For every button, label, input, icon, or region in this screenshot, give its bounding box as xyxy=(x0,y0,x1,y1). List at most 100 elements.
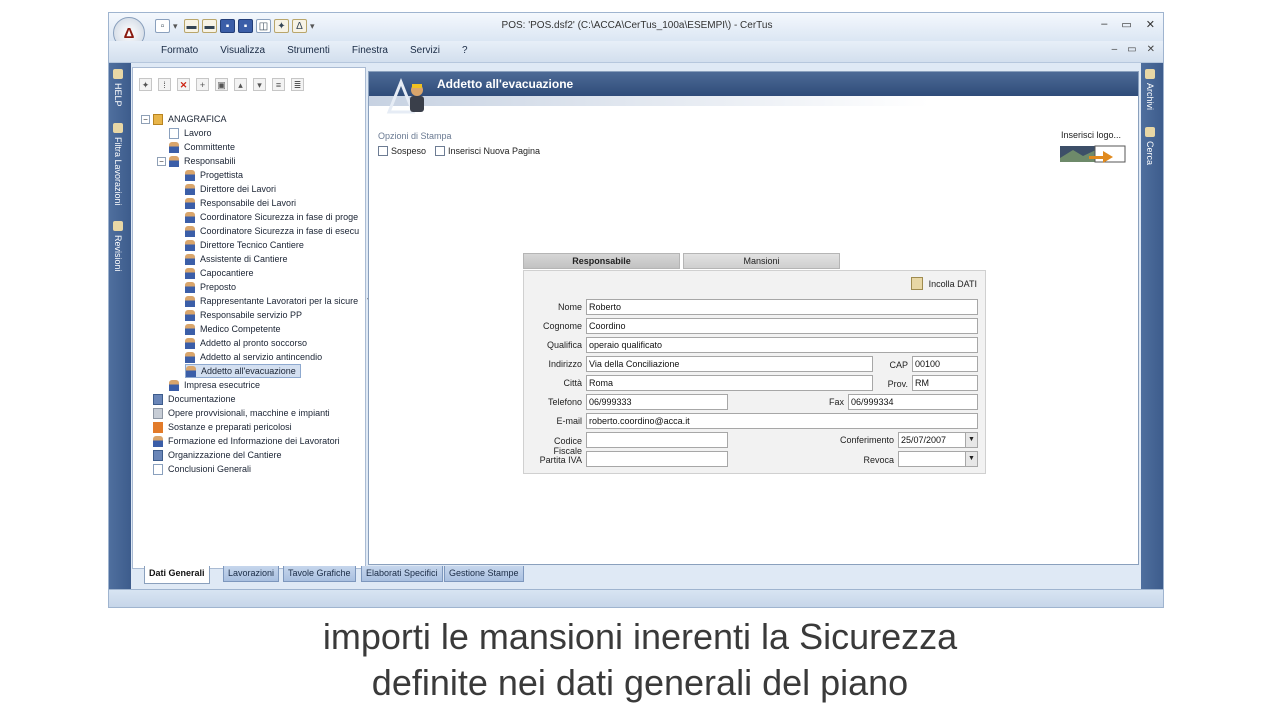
menu-help[interactable]: ? xyxy=(462,45,468,56)
new-page-checkbox-box[interactable] xyxy=(435,146,445,156)
menu-strumenti[interactable]: Strumenti xyxy=(287,45,330,56)
person-icon xyxy=(185,183,195,195)
tree-node-committente[interactable]: Committente xyxy=(169,140,235,154)
cognome-field[interactable]: Coordino xyxy=(586,318,978,334)
archivi-tab[interactable]: Archivi xyxy=(1145,69,1155,110)
qualifica-label: Qualifica xyxy=(546,340,582,350)
application-window: Δ ▫ ▾ ▬ ▬ ▪ ▪ ◫ ✦ Δ ▾ POS: 'POS.dsf2' (C… xyxy=(108,12,1164,608)
tree-node-coordinatore-progettazione[interactable]: Coordinatore Sicurezza in fase di proge xyxy=(185,210,358,224)
filter-tab[interactable]: Filtra Lavorazioni xyxy=(113,123,123,206)
person-icon xyxy=(185,197,195,209)
evacuation-worker-icon xyxy=(386,77,424,114)
add-child-icon[interactable]: ⁞ xyxy=(158,78,171,91)
tree-node-formazione[interactable]: Formazione ed Informazione dei Lavorator… xyxy=(153,434,340,448)
copy-node-icon[interactable]: ▣ xyxy=(215,78,228,91)
delete-node-icon[interactable]: ✕ xyxy=(177,78,190,91)
indirizzo-label: Indirizzo xyxy=(548,359,582,369)
revisions-tab[interactable]: Revisioni xyxy=(113,221,123,272)
fax-field[interactable]: 06/999334 xyxy=(848,394,978,410)
tree-node-antincendio[interactable]: Addetto al servizio antincendio xyxy=(185,350,322,364)
indirizzo-field[interactable]: Via della Conciliazione xyxy=(586,356,873,372)
tree-node-lavoro[interactable]: Lavoro xyxy=(169,126,212,140)
expand-all-icon[interactable]: ≣ xyxy=(291,78,304,91)
person-icon xyxy=(185,281,195,293)
close-button[interactable]: ✕ xyxy=(1146,18,1155,31)
tab-responsabile[interactable]: Responsabile xyxy=(523,253,680,269)
tree-node-progettista[interactable]: Progettista xyxy=(185,168,243,182)
tree-pane: ✦ ⁞ ✕ + ▣ ▴ ▾ ≡ ≣ − ANAGRAFICA Lavoro Com… xyxy=(132,67,366,569)
tree-node-responsabile-lavori[interactable]: Responsabile dei Lavori xyxy=(185,196,296,210)
revoca-date-picker[interactable]: ▼ xyxy=(898,451,978,467)
minimize-button[interactable]: – xyxy=(1101,18,1107,31)
tree-node-pronto-soccorso[interactable]: Addetto al pronto soccorso xyxy=(185,336,307,350)
mdi-minimize-button[interactable]: – xyxy=(1112,44,1118,55)
email-field[interactable]: roberto.coordino@acca.it xyxy=(586,413,978,429)
revoca-dropdown-icon[interactable]: ▼ xyxy=(965,452,977,466)
tree-node-coordinatore-esecuzione[interactable]: Coordinatore Sicurezza in fase di esecu xyxy=(185,224,359,238)
tab-mansioni[interactable]: Mansioni xyxy=(683,253,840,269)
worker-icon xyxy=(169,379,179,391)
tree-node-conclusioni[interactable]: Conclusioni Generali xyxy=(153,462,251,476)
new-page-checkbox[interactable]: Inserisci Nuova Pagina xyxy=(435,146,540,156)
add-node-icon[interactable]: ✦ xyxy=(139,78,152,91)
conferimento-label: Conferimento xyxy=(839,435,894,445)
people-icon xyxy=(169,155,179,167)
tree-node-direttore-tecnico[interactable]: Direttore Tecnico Cantiere xyxy=(185,238,304,252)
move-down-icon[interactable]: ▾ xyxy=(253,78,266,91)
maximize-button[interactable]: ▭ xyxy=(1121,18,1131,31)
tree-node-anagrafica[interactable]: − ANAGRAFICA xyxy=(141,112,227,126)
menu-servizi[interactable]: Servizi xyxy=(410,45,440,56)
tree-node-impresa-esecutrice[interactable]: Impresa esecutrice xyxy=(169,378,260,392)
tree-node-rappresentante-lavoratori[interactable]: Rappresentante Lavoratori per la sicure xyxy=(185,294,358,308)
tree-node-preposto[interactable]: Preposto xyxy=(185,280,236,294)
person-icon xyxy=(185,267,195,279)
video-caption: importi le mansioni inerenti la Sicurezz… xyxy=(0,614,1280,706)
menu-formato[interactable]: Formato xyxy=(161,45,198,56)
move-up-icon[interactable]: ▴ xyxy=(234,78,247,91)
paste-data-button[interactable]: Incolla DATI xyxy=(910,277,977,290)
collapse-toggle-icon[interactable]: − xyxy=(157,156,166,166)
tab-lavorazioni[interactable]: Lavorazioni xyxy=(223,566,280,582)
tree-node-direttore-lavori[interactable]: Direttore dei Lavori xyxy=(185,182,276,196)
tab-tavole-grafiche[interactable]: Tavole Grafiche xyxy=(283,566,356,582)
tree-node-assistente-cantiere[interactable]: Assistente di Cantiere xyxy=(185,252,288,266)
prov-field[interactable]: RM xyxy=(912,375,978,391)
qualifica-field[interactable]: operaio qualificato xyxy=(586,337,978,353)
telefono-field[interactable]: 06/999333 xyxy=(586,394,728,410)
nome-field[interactable]: Roberto xyxy=(586,299,978,315)
tab-elaborati-specifici[interactable]: Elaborati Specifici xyxy=(361,566,443,582)
expand-icon[interactable]: + xyxy=(196,78,209,91)
collapse-toggle-icon[interactable]: − xyxy=(141,114,150,124)
bottom-tabs: Dati Generali Lavorazioni Tavole Grafich… xyxy=(132,566,1142,584)
tree-node-responsabili[interactable]: − Responsabili xyxy=(157,154,236,168)
tree-node-documentazione[interactable]: Documentazione xyxy=(153,392,236,406)
menu-visualizza[interactable]: Visualizza xyxy=(220,45,265,56)
clipboard-icon xyxy=(910,277,923,290)
tree-node-evacuazione-selected[interactable]: Addetto all'evacuazione xyxy=(185,364,301,378)
menu-finestra[interactable]: Finestra xyxy=(352,45,388,56)
right-side-strip: Archivi Cerca xyxy=(1141,63,1163,593)
mdi-restore-button[interactable]: ▭ xyxy=(1127,44,1136,55)
conferimento-date-picker[interactable]: 25/07/2007 ▼ xyxy=(898,432,978,448)
tree-node-organizzazione-cantiere[interactable]: Organizzazione del Cantiere xyxy=(153,448,282,462)
tab-gestione-stampe[interactable]: Gestione Stampe xyxy=(444,566,524,582)
sospeso-checkbox[interactable]: Sospeso xyxy=(378,146,426,156)
citta-field[interactable]: Roma xyxy=(586,375,873,391)
codice-fiscale-field[interactable] xyxy=(586,432,728,448)
tree-node-sostanze-pericolose[interactable]: Sostanze e preparati pericolosi xyxy=(153,420,292,434)
insert-logo-button[interactable] xyxy=(1059,144,1127,164)
tree-node-medico-competente[interactable]: Medico Competente xyxy=(185,322,281,336)
tree-node-opere-provvisionali[interactable]: Opere provvisionali, macchine e impianti xyxy=(153,406,330,420)
cap-field[interactable]: 00100 xyxy=(912,356,978,372)
tab-dati-generali[interactable]: Dati Generali xyxy=(144,566,210,584)
tree-node-responsabile-spp[interactable]: Responsabile servizio PP xyxy=(185,308,302,322)
cerca-tab[interactable]: Cerca xyxy=(1145,127,1155,165)
tree-node-capocantiere[interactable]: Capocantiere xyxy=(185,266,254,280)
conferimento-dropdown-icon[interactable]: ▼ xyxy=(965,433,977,447)
mdi-close-button[interactable]: ✕ xyxy=(1147,44,1155,55)
partita-iva-field[interactable] xyxy=(586,451,728,467)
person-icon xyxy=(185,337,195,349)
sospeso-checkbox-box[interactable] xyxy=(378,146,388,156)
help-tab[interactable]: HELP xyxy=(113,69,123,107)
collapse-all-icon[interactable]: ≡ xyxy=(272,78,285,91)
